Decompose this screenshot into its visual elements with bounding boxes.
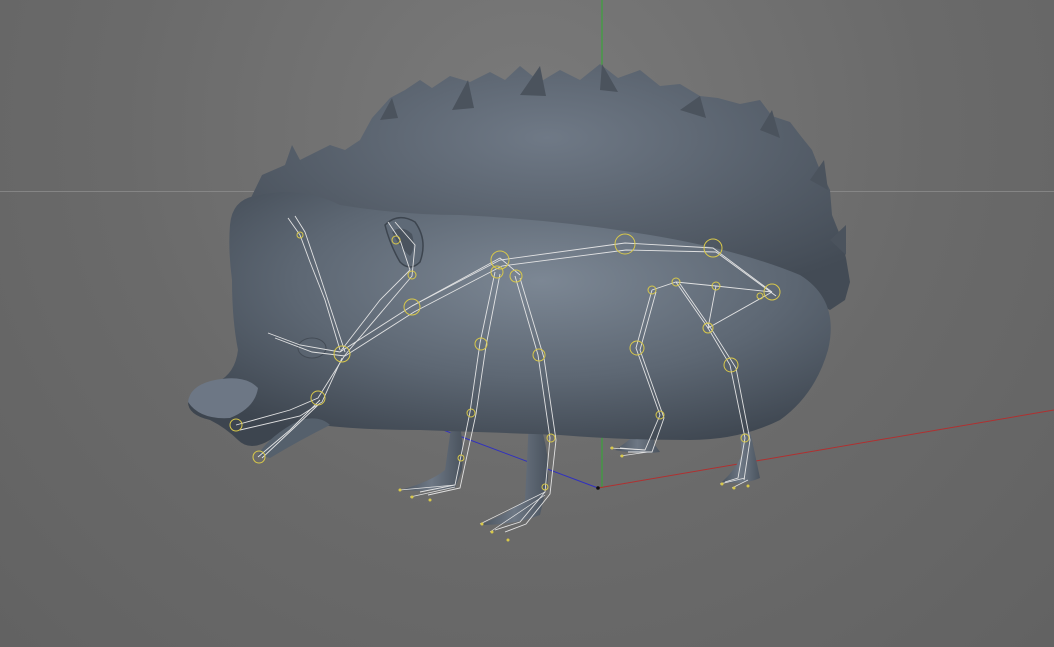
- hedgehog-mesh[interactable]: [188, 64, 850, 525]
- viewport-canvas[interactable]: [0, 0, 1054, 647]
- 3d-viewport[interactable]: [0, 0, 1054, 647]
- joint-front-wrist-r: [546, 433, 556, 443]
- world-origin: [596, 486, 600, 490]
